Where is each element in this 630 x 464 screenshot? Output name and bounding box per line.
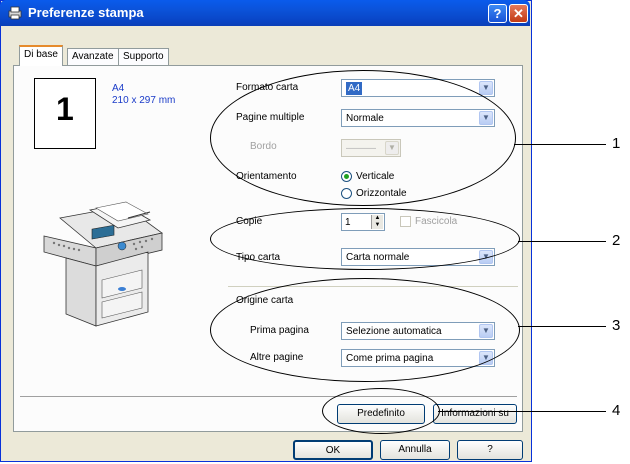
first-page-value: Selezione automatica xyxy=(346,326,442,337)
tab-support[interactable]: Supporto xyxy=(118,48,169,65)
copies-label: Copie xyxy=(236,216,263,227)
preview-paper-dimensions: 210 x 297 mm xyxy=(112,95,176,106)
callout-line-4 xyxy=(438,411,606,412)
other-pages-select[interactable]: Come prima pagina ▼ xyxy=(341,349,495,367)
media-type-label: Tipo carta xyxy=(236,252,281,263)
panel-separator xyxy=(20,396,517,397)
paper-size-label: Formato carta xyxy=(236,82,299,93)
default-button[interactable]: Predefinito xyxy=(337,404,425,424)
chevron-down-icon[interactable]: ▼ xyxy=(479,81,493,95)
paper-size-select[interactable]: A4 ▼ xyxy=(341,79,495,97)
landscape-radio[interactable] xyxy=(341,188,352,199)
chevron-down-icon: ▼ xyxy=(385,141,399,155)
separator xyxy=(228,286,518,287)
callout-line-2 xyxy=(518,241,606,242)
media-type-select[interactable]: Carta normale ▼ xyxy=(341,248,495,266)
chevron-down-icon[interactable]: ▼ xyxy=(479,250,493,264)
multiple-pages-value: Normale xyxy=(346,113,384,124)
info-button[interactable]: Informazioni su xyxy=(433,404,517,424)
copies-spinner[interactable]: 1 ▲ ▼ xyxy=(341,213,385,231)
cancel-button[interactable]: Annulla xyxy=(380,440,450,460)
ok-button[interactable]: OK xyxy=(293,440,373,460)
copies-value: 1 xyxy=(345,217,351,228)
border-value: ——— xyxy=(346,143,376,154)
first-page-label: Prima pagina xyxy=(250,325,309,336)
landscape-label[interactable]: Orizzontale xyxy=(356,188,407,199)
printer-icon xyxy=(8,6,22,20)
portrait-label[interactable]: Verticale xyxy=(356,171,394,182)
chevron-down-icon[interactable]: ▼ xyxy=(479,351,493,365)
window-title: Preferenze stampa xyxy=(28,5,144,20)
help-title-button[interactable]: ? xyxy=(488,4,507,23)
callout-line-3 xyxy=(518,326,606,327)
collate-label: Fascicola xyxy=(415,216,458,227)
first-page-select[interactable]: Selezione automatica ▼ xyxy=(341,322,495,340)
preview-page-number: 1 xyxy=(56,91,74,127)
chevron-down-icon[interactable]: ▼ xyxy=(479,324,493,338)
tab-basic[interactable]: Di base xyxy=(19,45,63,66)
portrait-radio[interactable] xyxy=(341,171,352,182)
multiple-pages-label: Pagine multiple xyxy=(236,112,305,123)
callout-number-4: 4 xyxy=(612,402,621,419)
radio-selected-dot xyxy=(344,174,349,179)
callout-number-2: 2 xyxy=(612,232,621,249)
close-button[interactable]: ✕ xyxy=(509,4,528,23)
help-button[interactable]: ? xyxy=(457,440,523,460)
callout-number-3: 3 xyxy=(612,317,621,334)
spinner-arrows-icon[interactable]: ▲ ▼ xyxy=(371,215,383,229)
other-pages-label: Altre pagine xyxy=(250,352,304,363)
border-label: Bordo xyxy=(250,141,277,152)
callout-line-1 xyxy=(514,144,606,145)
chevron-down-icon[interactable]: ▼ xyxy=(479,111,493,125)
multiple-pages-select[interactable]: Normale ▼ xyxy=(341,109,495,127)
paper-size-value: A4 xyxy=(346,82,363,95)
callout-number-1: 1 xyxy=(612,135,621,152)
collate-checkbox xyxy=(400,216,411,227)
border-select: ——— ▼ xyxy=(341,139,401,157)
paper-source-title: Origine carta xyxy=(236,295,294,306)
orientation-label: Orientamento xyxy=(236,171,297,182)
other-pages-value: Come prima pagina xyxy=(346,353,434,364)
printer-illustration xyxy=(43,201,163,327)
tab-advanced[interactable]: Avanzate xyxy=(67,48,119,65)
preview-paper-size: A4 xyxy=(112,83,125,94)
media-type-value: Carta normale xyxy=(346,252,410,263)
